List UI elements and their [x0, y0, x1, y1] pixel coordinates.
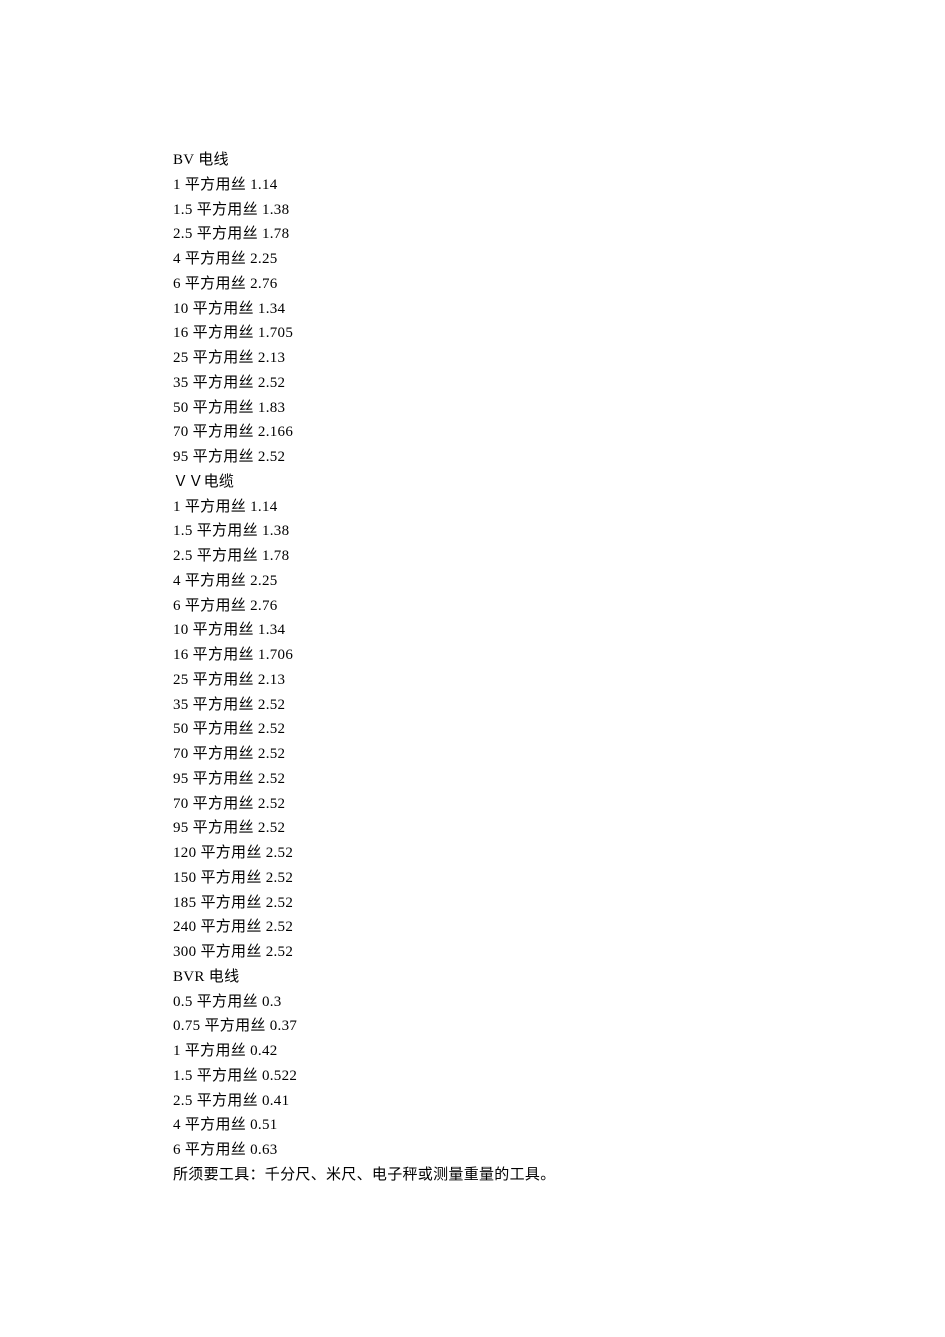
spec-line: 2.5 平方用丝 1.78: [173, 544, 945, 569]
spec-line: 6 平方用丝 0.63: [173, 1138, 945, 1163]
spec-line: 95 平方用丝 2.52: [173, 767, 945, 792]
spec-line: 2.5 平方用丝 1.78: [173, 222, 945, 247]
section-heading-vv: ＶＶ电缆: [173, 470, 945, 495]
spec-line: 16 平方用丝 1.706: [173, 643, 945, 668]
spec-line: 70 平方用丝 2.52: [173, 742, 945, 767]
spec-line: 35 平方用丝 2.52: [173, 371, 945, 396]
spec-line: 10 平方用丝 1.34: [173, 297, 945, 322]
spec-line: 150 平方用丝 2.52: [173, 866, 945, 891]
spec-line: 2.5 平方用丝 0.41: [173, 1089, 945, 1114]
tools-note: 所须要工具：千分尺、米尺、电子秤或测量重量的工具。: [173, 1163, 945, 1188]
spec-line: 95 平方用丝 2.52: [173, 445, 945, 470]
section-heading-bvr: BVR 电线: [173, 965, 945, 990]
spec-line: 120 平方用丝 2.52: [173, 841, 945, 866]
spec-line: 4 平方用丝 2.25: [173, 569, 945, 594]
spec-line: 185 平方用丝 2.52: [173, 891, 945, 916]
spec-line: 4 平方用丝 2.25: [173, 247, 945, 272]
spec-line: 1 平方用丝 1.14: [173, 495, 945, 520]
spec-line: 50 平方用丝 1.83: [173, 396, 945, 421]
section-heading-bv: BV 电线: [173, 148, 945, 173]
spec-line: 0.75 平方用丝 0.37: [173, 1014, 945, 1039]
spec-line: 0.5 平方用丝 0.3: [173, 990, 945, 1015]
spec-line: 6 平方用丝 2.76: [173, 594, 945, 619]
spec-line: 1.5 平方用丝 0.522: [173, 1064, 945, 1089]
spec-line: 1.5 平方用丝 1.38: [173, 519, 945, 544]
spec-line: 25 平方用丝 2.13: [173, 668, 945, 693]
spec-line: 10 平方用丝 1.34: [173, 618, 945, 643]
spec-line: 70 平方用丝 2.52: [173, 792, 945, 817]
spec-line: 95 平方用丝 2.52: [173, 816, 945, 841]
spec-line: 240 平方用丝 2.52: [173, 915, 945, 940]
spec-line: 1.5 平方用丝 1.38: [173, 198, 945, 223]
spec-line: 1 平方用丝 1.14: [173, 173, 945, 198]
spec-line: 25 平方用丝 2.13: [173, 346, 945, 371]
spec-line: 4 平方用丝 0.51: [173, 1113, 945, 1138]
document-body: BV 电线 1 平方用丝 1.14 1.5 平方用丝 1.38 2.5 平方用丝…: [173, 148, 945, 1188]
spec-line: 16 平方用丝 1.705: [173, 321, 945, 346]
spec-line: 6 平方用丝 2.76: [173, 272, 945, 297]
spec-line: 50 平方用丝 2.52: [173, 717, 945, 742]
spec-line: 35 平方用丝 2.52: [173, 693, 945, 718]
spec-line: 1 平方用丝 0.42: [173, 1039, 945, 1064]
spec-line: 70 平方用丝 2.166: [173, 420, 945, 445]
spec-line: 300 平方用丝 2.52: [173, 940, 945, 965]
